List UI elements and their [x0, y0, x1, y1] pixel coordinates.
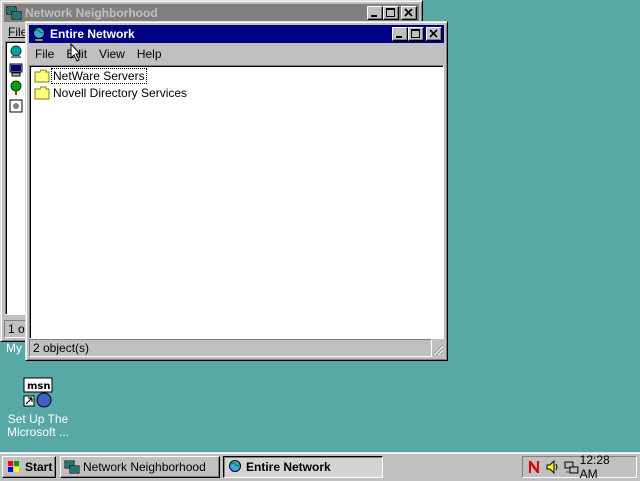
entire-network-globe-icon — [10, 45, 22, 58]
menu-file[interactable]: File — [29, 47, 60, 61]
close-button[interactable] — [426, 27, 442, 41]
computer-icon — [9, 63, 23, 77]
item-label: NetWare Servers — [51, 68, 147, 84]
system-tray: 12:28 AM — [522, 453, 637, 481]
network-computer-icon — [64, 460, 80, 474]
clock[interactable]: 12:28 AM — [580, 453, 630, 481]
start-button[interactable]: Start — [2, 456, 56, 478]
mouse-cursor-icon — [70, 43, 82, 62]
volume-icon[interactable] — [545, 459, 561, 475]
maximize-icon — [386, 8, 395, 17]
tree-network-icon — [10, 80, 22, 95]
network-activity-icon[interactable] — [564, 459, 580, 475]
taskbar-button-network-neighborhood[interactable]: Network Neighborhood — [60, 456, 220, 478]
novell-n-icon[interactable] — [526, 459, 542, 475]
desktop-icon-msn-label-2: Microsoft ... — [6, 425, 69, 439]
network-computer-icon — [6, 6, 22, 20]
list-item-netware-servers[interactable]: NetWare Servers — [34, 68, 147, 84]
object-count-status: 2 object(s) — [29, 339, 432, 357]
folder-icon — [34, 69, 50, 83]
globe-icon — [229, 460, 241, 472]
menu-view[interactable]: View — [93, 47, 131, 61]
taskbar-button-entire-network[interactable]: Entire Network — [223, 456, 383, 478]
network-neighborhood-titlebar[interactable]: Network Neighborhood — [4, 4, 419, 22]
svg-text:msn: msn — [27, 381, 51, 392]
start-label: Start — [25, 460, 53, 474]
close-icon — [404, 8, 413, 17]
entire-network-title: Entire Network — [50, 27, 135, 41]
msn-icon: msn — [23, 377, 53, 408]
list-item-novell-directory-services[interactable]: Novell Directory Services — [34, 85, 188, 101]
globe-icon — [33, 27, 45, 42]
entire-network-window[interactable]: Entire Network File Edit View Help NetWa… — [25, 21, 448, 361]
minimize-icon — [371, 15, 377, 17]
entire-network-statusbar: 2 object(s) — [29, 339, 444, 357]
resize-grip-icon[interactable] — [432, 344, 444, 356]
taskbar-button-label: Network Neighborhood — [83, 460, 206, 474]
close-icon — [429, 29, 438, 38]
server-icon — [9, 99, 23, 113]
taskbar: Start Network Neighborhood Entire Networ… — [0, 452, 640, 481]
minimize-button[interactable] — [367, 6, 383, 20]
taskbar-button-label: Entire Network — [246, 460, 331, 474]
folder-icon — [34, 86, 50, 100]
entire-network-titlebar[interactable]: Entire Network — [29, 25, 444, 43]
minimize-button[interactable] — [392, 27, 408, 41]
menu-help[interactable]: Help — [131, 47, 168, 61]
maximize-button[interactable] — [408, 27, 424, 41]
item-label: Novell Directory Services — [53, 86, 188, 100]
minimize-icon — [396, 36, 402, 38]
close-button[interactable] — [401, 6, 417, 20]
maximize-button[interactable] — [383, 6, 399, 20]
windows-logo-icon — [8, 461, 19, 472]
network-neighborhood-title: Network Neighborhood — [25, 6, 158, 20]
desktop-icon-msn-setup[interactable]: msn Set Up The Microsoft ... — [3, 376, 73, 439]
entire-network-content[interactable]: NetWare Servers Novell Directory Service… — [29, 65, 444, 339]
entire-network-menubar: File Edit View Help — [29, 45, 444, 63]
maximize-icon — [411, 29, 420, 38]
